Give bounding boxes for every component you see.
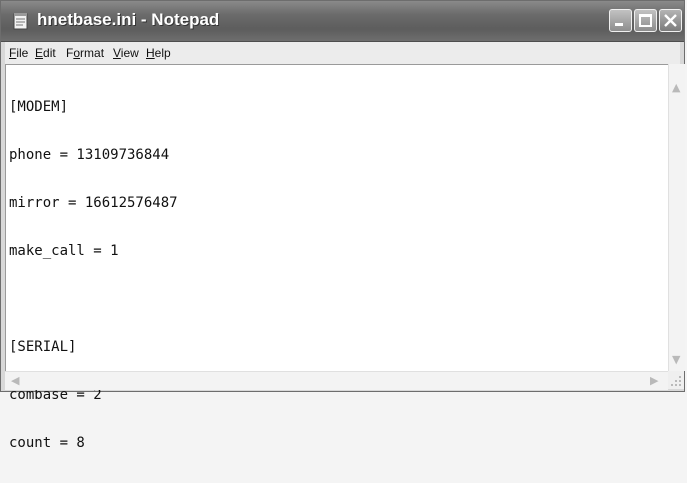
scroll-right-icon[interactable]: ▶ <box>650 375 658 386</box>
close-button[interactable] <box>659 9 682 32</box>
document-text[interactable]: [MODEM] phone = 13109736844 mirror = 166… <box>9 67 178 483</box>
window-title: hnetbase.ini - Notepad <box>37 10 220 29</box>
scroll-down-icon[interactable]: ▼ <box>672 354 680 365</box>
close-icon <box>664 14 677 27</box>
horizontal-scrollbar[interactable]: ◀ ▶ <box>5 371 668 390</box>
vertical-scrollbar[interactable]: ▲ ▼ <box>668 64 685 371</box>
menu-edit[interactable]: Edit <box>35 46 56 60</box>
text-line: phone = 13109736844 <box>9 147 170 163</box>
scroll-left-icon[interactable]: ◀ <box>11 375 19 386</box>
notepad-icon[interactable] <box>13 12 29 30</box>
text-line: count = 8 <box>9 435 85 451</box>
text-editor[interactable]: [MODEM] phone = 13109736844 mirror = 166… <box>5 64 668 451</box>
scroll-up-icon[interactable]: ▲ <box>672 82 680 93</box>
text-line: make_call = 1 <box>9 243 119 259</box>
minimize-button[interactable] <box>609 9 632 32</box>
menu-help[interactable]: Help <box>146 46 171 60</box>
text-line: [MODEM] <box>9 99 69 115</box>
menu-bar: File Edit Format View Help <box>5 42 680 65</box>
minimize-icon <box>615 23 623 26</box>
menu-file[interactable]: File <box>9 46 28 60</box>
maximize-button[interactable] <box>634 9 657 32</box>
maximize-icon <box>639 14 652 27</box>
menu-format[interactable]: Format <box>66 46 104 60</box>
menu-view[interactable]: View <box>113 46 139 60</box>
text-line: mirror = 16612576487 <box>9 195 178 211</box>
text-line: [SERIAL] <box>9 339 77 355</box>
title-bar[interactable]: hnetbase.ini - Notepad <box>1 1 684 42</box>
notepad-window: hnetbase.ini - Notepad File Edit Format … <box>0 0 685 451</box>
text-line: ​ <box>9 291 178 307</box>
size-grip-icon[interactable] <box>668 371 684 389</box>
